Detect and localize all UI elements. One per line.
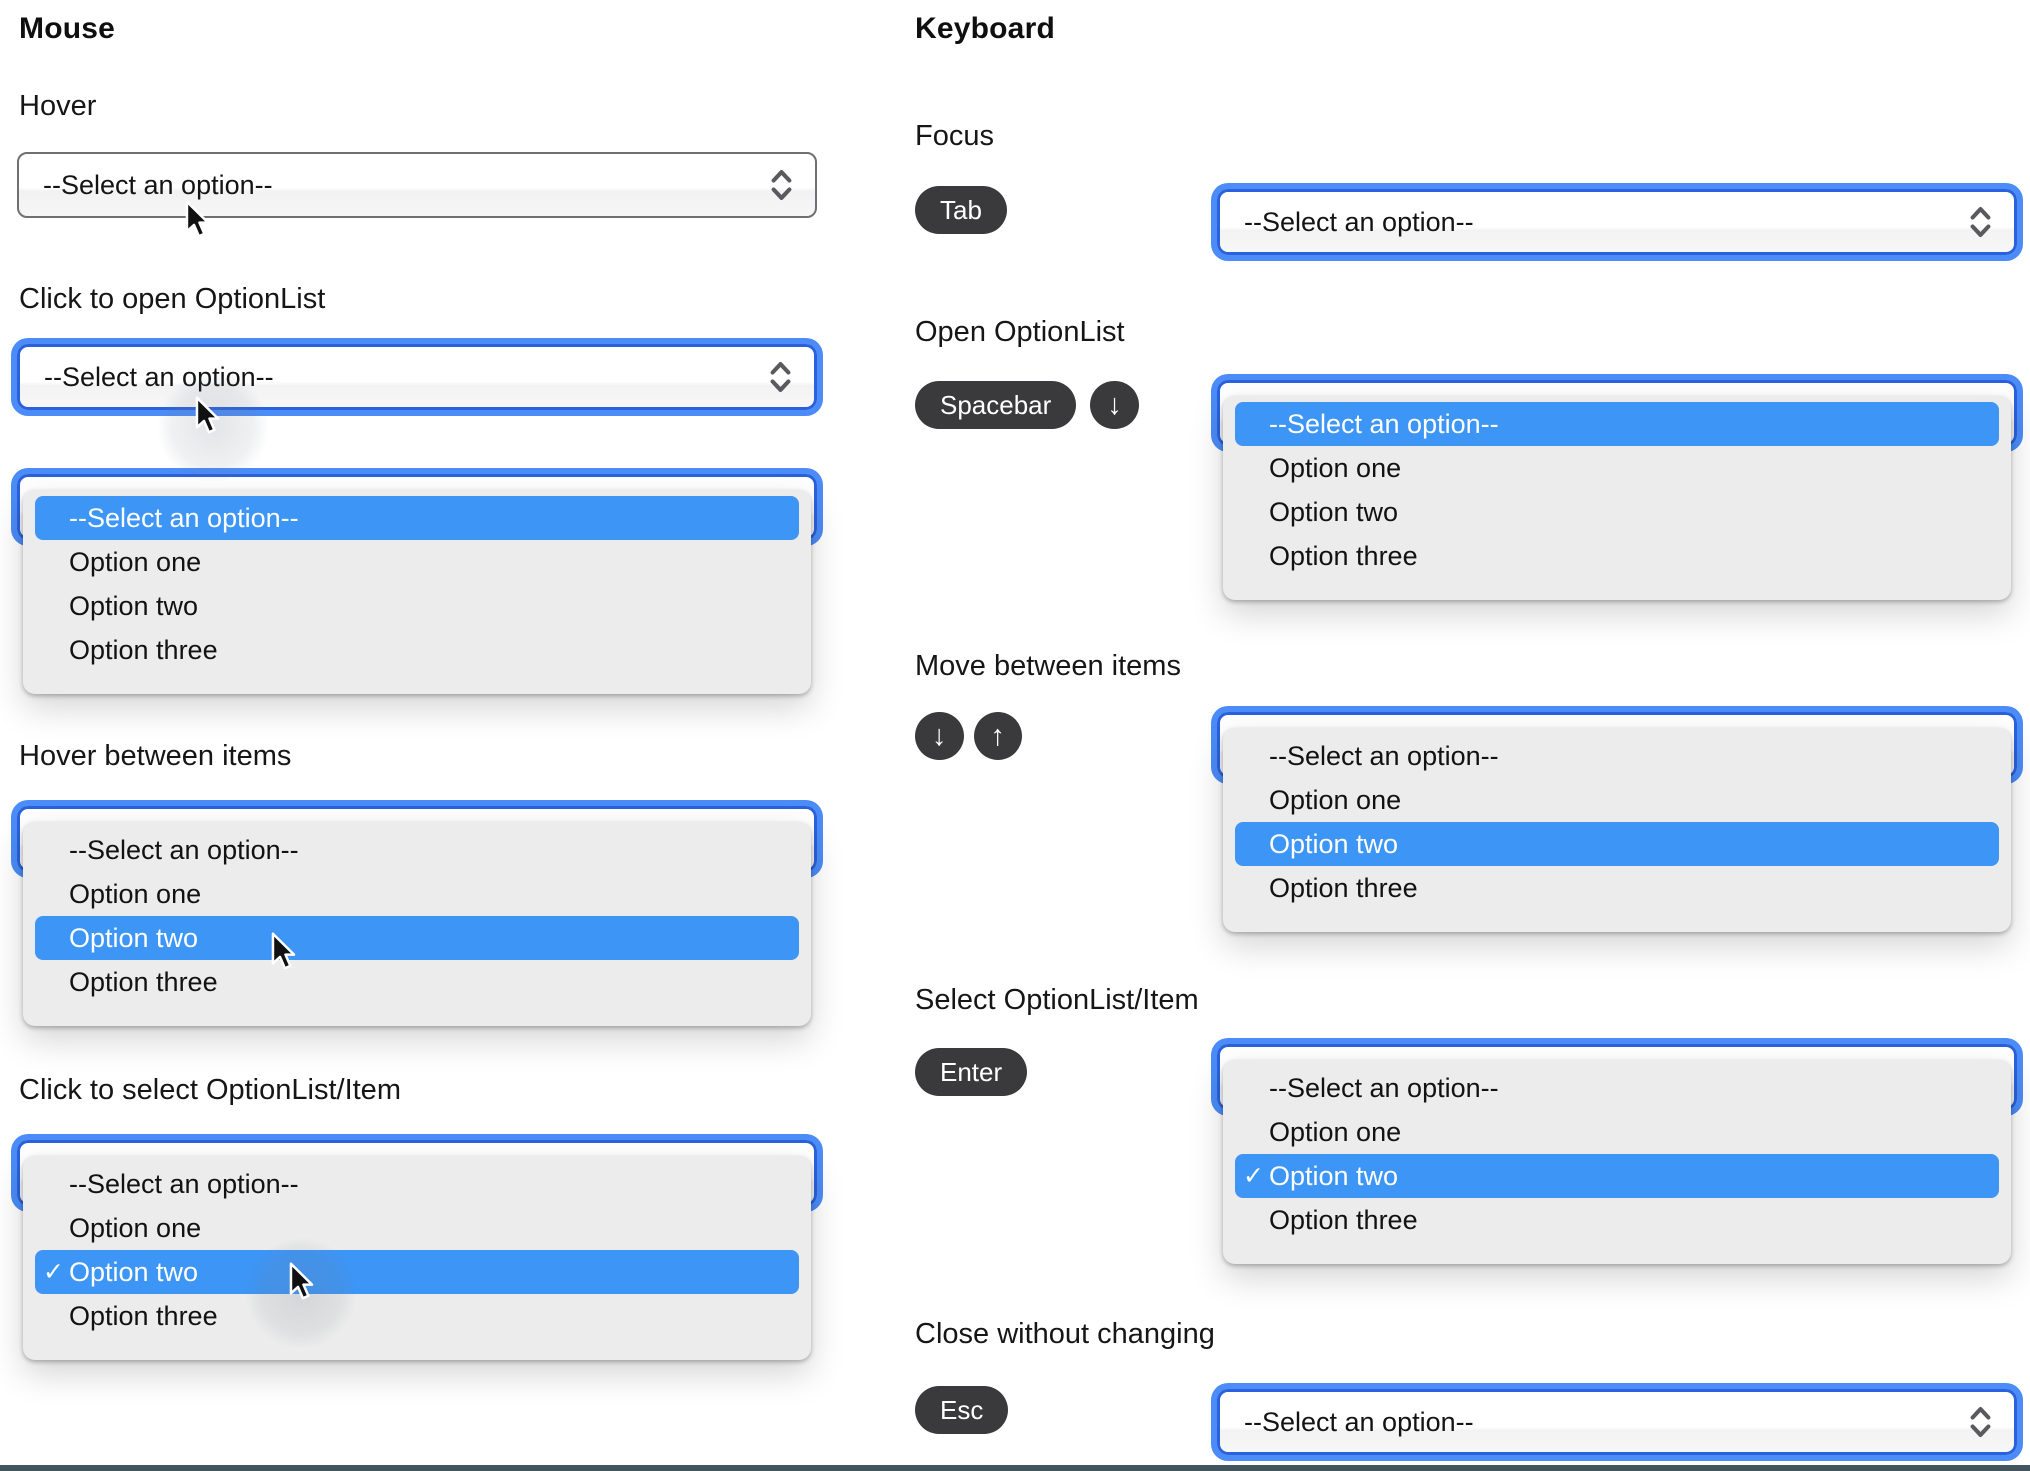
section-title-select-item: Select OptionList/Item <box>915 984 1199 1016</box>
option-item[interactable]: Option three <box>1223 866 2011 910</box>
section-title-hover: Hover <box>19 90 97 122</box>
key-group-select: Enter <box>915 1048 1028 1096</box>
option-item-selected[interactable]: --Select an option-- <box>1235 402 1999 446</box>
optionlist-combo-kb-select: --Select an option-- --Select an option-… <box>1211 1038 2023 1264</box>
option-item[interactable]: Option three <box>23 960 811 1004</box>
key-spacebar: Spacebar <box>915 381 1077 429</box>
option-item-selected[interactable]: --Select an option-- <box>35 496 799 540</box>
option-item-selected[interactable]: ✓ Option two <box>1235 1154 1999 1198</box>
option-item[interactable]: Option one <box>1223 1110 2011 1154</box>
mouse-cursor-icon <box>195 396 220 434</box>
optionlist-dropdown: --Select an option-- Option one Option t… <box>1223 396 2011 600</box>
select-chevron-icon <box>770 362 791 392</box>
key-enter: Enter <box>915 1048 1028 1096</box>
optionlist-dropdown: --Select an option-- Option one Option t… <box>23 822 811 1026</box>
option-item[interactable]: --Select an option-- <box>1223 734 2011 778</box>
mouse-column-title: Mouse <box>19 12 116 45</box>
option-item-active[interactable]: Option two <box>1235 822 1999 866</box>
option-item[interactable]: Option three <box>23 1294 811 1338</box>
option-item[interactable]: --Select an option-- <box>23 1162 811 1206</box>
select-value: --Select an option-- <box>1244 1406 1474 1437</box>
option-item[interactable]: Option one <box>23 540 811 584</box>
bottom-divider <box>0 1465 2030 1471</box>
section-title-move: Move between items <box>915 650 1181 682</box>
section-title-click-select: Click to select OptionList/Item <box>19 1074 401 1106</box>
key-group-focus: Tab <box>915 186 1007 234</box>
optionlist-combo-kb-open: --Select an option-- --Select an option-… <box>1211 374 2023 600</box>
option-item-hovered[interactable]: Option two <box>35 916 799 960</box>
option-item[interactable]: --Select an option-- <box>23 828 811 872</box>
option-item[interactable]: --Select an option-- <box>1223 1066 2011 1110</box>
option-item[interactable]: Option one <box>1223 778 2011 822</box>
key-arrow-down: ↓ <box>915 712 964 760</box>
select-chevron-icon <box>1970 207 1991 237</box>
optionlist-dropdown: --Select an option-- Option one ✓ Option… <box>23 1156 811 1360</box>
section-title-focus: Focus <box>915 120 994 152</box>
key-group-close: Esc <box>915 1386 1009 1434</box>
key-esc: Esc <box>915 1386 1009 1434</box>
optionlist-combo-kb-move: --Select an option-- --Select an option-… <box>1211 706 2023 932</box>
option-item[interactable]: Option two <box>1223 490 2011 534</box>
select-value: --Select an option-- <box>43 169 273 200</box>
optionlist-combo-hover-items: --Select an option-- --Select an option-… <box>11 800 823 1026</box>
option-item[interactable]: Option one <box>1223 446 2011 490</box>
select-chevron-icon <box>1970 1407 1991 1437</box>
select-chevron-icon <box>771 170 792 200</box>
select-click-open[interactable]: --Select an option-- <box>17 344 817 410</box>
option-item[interactable]: Option one <box>23 872 811 916</box>
key-group-open: Spacebar ↓ <box>915 381 1139 429</box>
optionlist-dropdown: --Select an option-- Option one Option t… <box>1223 728 2011 932</box>
mouse-cursor-icon <box>185 200 210 238</box>
checkmark-icon: ✓ <box>1243 1162 1264 1190</box>
select-hover[interactable]: --Select an option-- <box>17 152 817 218</box>
mouse-cursor-icon <box>271 932 296 970</box>
section-title-click-open: Click to open OptionList <box>19 283 326 315</box>
optionlist-dropdown: --Select an option-- Option one ✓ Option… <box>1223 1060 2011 1264</box>
select-focus[interactable]: --Select an option-- <box>1217 189 2017 255</box>
key-tab: Tab <box>915 186 1007 234</box>
option-item[interactable]: Option three <box>1223 1198 2011 1242</box>
key-arrow-up: ↑ <box>973 712 1022 760</box>
optionlist-combo-click-select: --Select an option-- --Select an option-… <box>11 1134 823 1360</box>
select-close[interactable]: --Select an option-- <box>1217 1389 2017 1455</box>
key-arrow-down: ↓ <box>1090 381 1139 429</box>
option-item[interactable]: Option three <box>1223 534 2011 578</box>
option-item[interactable]: Option two <box>23 584 811 628</box>
key-group-move: ↓ ↑ <box>915 712 1022 760</box>
optionlist-combo-click-open: --Select an option-- --Select an option-… <box>11 468 823 694</box>
option-item-selected[interactable]: ✓ Option two <box>35 1250 799 1294</box>
section-title-open: Open OptionList <box>915 316 1125 348</box>
keyboard-column-title: Keyboard <box>915 12 1055 45</box>
optionlist-dropdown: --Select an option-- Option one Option t… <box>23 490 811 694</box>
option-item[interactable]: Option three <box>23 628 811 672</box>
select-value: --Select an option-- <box>1244 206 1474 237</box>
mouse-cursor-icon <box>289 1262 314 1300</box>
section-title-close: Close without changing <box>915 1318 1215 1350</box>
section-title-hover-items: Hover between items <box>19 740 292 772</box>
option-item[interactable]: Option one <box>23 1206 811 1250</box>
checkmark-icon: ✓ <box>43 1258 64 1286</box>
